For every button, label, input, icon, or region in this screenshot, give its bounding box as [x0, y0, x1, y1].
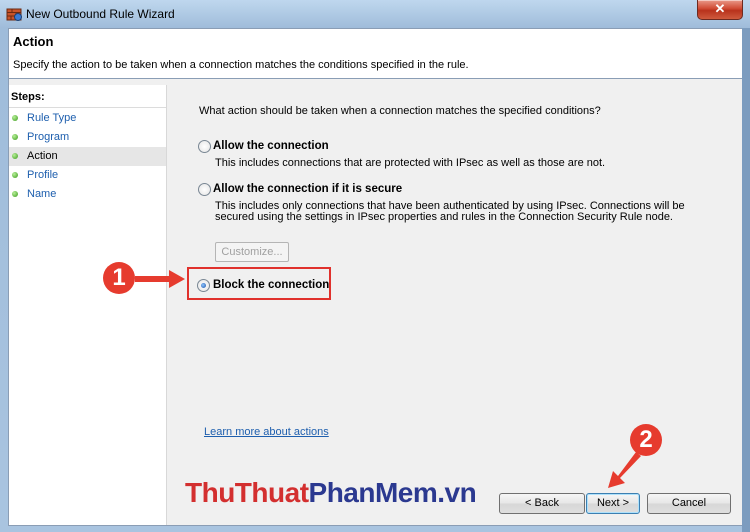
- close-icon: ✕: [714, 1, 726, 16]
- annotation-badge-1: 1: [103, 262, 135, 294]
- back-button[interactable]: < Back: [499, 493, 585, 514]
- step-rule-type[interactable]: Rule Type: [9, 109, 166, 128]
- block-connection-radio[interactable]: [197, 279, 210, 292]
- step-status-icon: [12, 134, 18, 140]
- steps-divider: [9, 107, 166, 108]
- step-profile[interactable]: Profile: [9, 166, 166, 185]
- step-status-icon: [12, 172, 18, 178]
- step-label: Name: [27, 188, 57, 200]
- steps-heading: Steps:: [11, 91, 45, 103]
- annotation-arrow-1-icon: [135, 270, 185, 288]
- watermark-part-1: ThuThuat: [185, 477, 309, 508]
- firewall-app-icon: [6, 6, 22, 22]
- action-content: What action should be taken when a conne…: [167, 79, 743, 525]
- page-description: Specify the action to be taken when a co…: [13, 59, 469, 71]
- step-status-icon: [12, 153, 18, 159]
- watermark-part-3: .vn: [437, 477, 477, 508]
- next-button[interactable]: Next >: [586, 493, 640, 514]
- step-program[interactable]: Program: [9, 128, 166, 147]
- annotation-arrow-2-icon: [608, 452, 641, 488]
- allow-connection-description: This includes connections that are prote…: [215, 157, 606, 169]
- learn-more-link[interactable]: Learn more about actions: [204, 426, 329, 438]
- allow-if-secure-label[interactable]: Allow the connection if it is secure: [213, 183, 402, 195]
- steps-pane: Steps: Rule Type Program Action Profile …: [9, 85, 167, 525]
- step-label: Action: [27, 150, 58, 162]
- customize-button[interactable]: Customize...: [215, 242, 289, 262]
- block-connection-label[interactable]: Block the connection: [213, 279, 329, 291]
- site-watermark: ThuThuatPhanMem.vn: [185, 477, 477, 509]
- step-action[interactable]: Action: [9, 147, 166, 166]
- cancel-button[interactable]: Cancel: [647, 493, 731, 514]
- allow-if-secure-description-line2: secured using the settings in IPsec prop…: [215, 211, 673, 223]
- close-button[interactable]: ✕: [697, 0, 743, 20]
- watermark-part-2: PhanMem: [308, 477, 438, 508]
- step-label: Profile: [27, 169, 59, 181]
- step-label: Program: [27, 131, 70, 143]
- step-label: Rule Type: [27, 112, 77, 124]
- wizard-header: Action Specify the action to be taken wh…: [8, 28, 744, 79]
- allow-connection-label[interactable]: Allow the connection: [213, 140, 329, 152]
- step-status-icon: [12, 191, 18, 197]
- title-bar[interactable]: New Outbound Rule Wizard ✕: [0, 0, 750, 28]
- allow-connection-radio[interactable]: [198, 140, 211, 153]
- window-edge: [742, 28, 750, 532]
- allow-if-secure-radio[interactable]: [198, 183, 211, 196]
- step-name[interactable]: Name: [9, 185, 166, 204]
- window-title: New Outbound Rule Wizard: [26, 7, 175, 21]
- page-title: Action: [13, 34, 54, 49]
- action-question: What action should be taken when a conne…: [199, 105, 601, 117]
- step-status-icon: [12, 115, 18, 121]
